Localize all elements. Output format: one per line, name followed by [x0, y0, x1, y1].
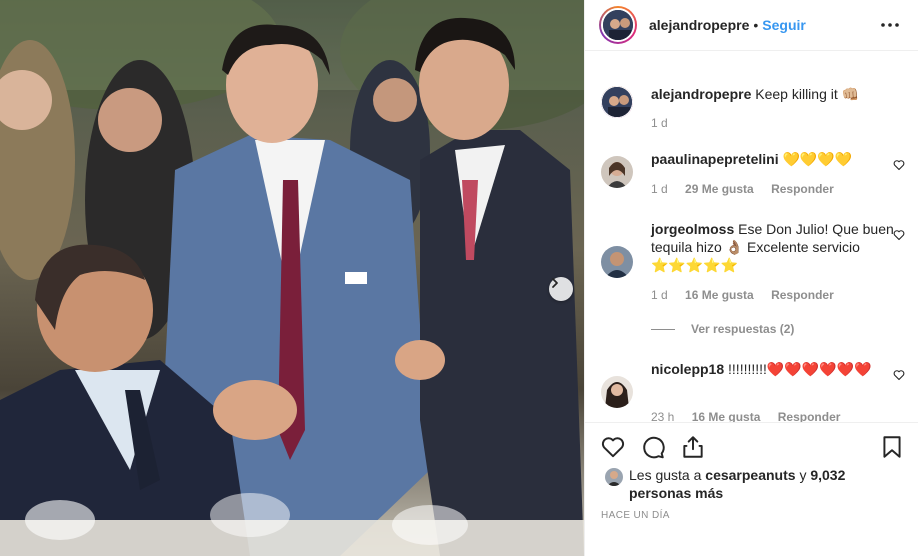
like-comment-heart-icon[interactable] [893, 229, 905, 241]
comment-age: 23 h [651, 410, 675, 422]
caption-avatar[interactable] [601, 86, 633, 118]
like-comment-heart-icon[interactable] [893, 159, 905, 171]
post-timestamp: Hace un día [601, 510, 670, 521]
more-options-button[interactable] [878, 13, 902, 37]
action-bar [585, 422, 918, 472]
comment-meta: 1 d 16 Me gusta Responder [651, 288, 848, 302]
comments-list[interactable]: alejandropepre Keep killing it 👊🏼 1 d pa… [585, 52, 918, 422]
comment-likes-link[interactable]: 29 Me gusta [685, 182, 754, 196]
author-username-link[interactable]: alejandropepre [649, 17, 749, 33]
comment-meta: 1 d 29 Me gusta Responder [651, 182, 848, 196]
comment-body: !!!!!!!!!!❤️❤️❤️❤️❤️❤️ [728, 361, 872, 377]
likes-prefix: Les gusta a [629, 467, 702, 483]
comment-likes-link[interactable]: 16 Me gusta [692, 410, 761, 422]
replies-divider [651, 328, 675, 330]
avatar-image [601, 376, 633, 408]
reply-button[interactable]: Responder [778, 410, 841, 422]
like-comment-heart-icon[interactable] [893, 369, 905, 381]
post-details-panel: alejandropepre • Seguir alejandropepre K… [584, 0, 918, 556]
comment-icon[interactable] [640, 434, 666, 460]
comment-meta: 23 h 16 Me gusta Responder [651, 410, 854, 422]
comment-text: paaulinapepretelini 💛💛💛💛 [651, 150, 901, 168]
separator-dot: • [753, 17, 759, 33]
post-photo[interactable] [0, 0, 584, 556]
comment-username-link[interactable]: jorgeolmoss [651, 221, 734, 237]
comment-age: 1 d [651, 288, 668, 302]
caption-text: alejandropepre Keep killing it 👊🏼 [651, 85, 901, 103]
view-replies-label: Ver respuestas (2) [691, 322, 795, 336]
reply-button[interactable]: Responder [771, 182, 834, 196]
comment-username-link[interactable]: nicolepp18 [651, 361, 724, 377]
commenter-avatar[interactable] [601, 246, 633, 278]
likes-connector: y [799, 467, 807, 483]
avatar-image [601, 156, 633, 188]
likes-text: Les gusta a cesarpeanuts y 9,032 persona… [629, 466, 889, 502]
comment-body: 💛💛💛💛 [782, 151, 853, 167]
reply-button[interactable]: Responder [771, 288, 834, 302]
liker-avatar[interactable] [605, 468, 623, 486]
bookmark-icon[interactable] [879, 434, 905, 460]
next-photo-button[interactable] [549, 277, 573, 301]
comment-text: jorgeolmoss Ese Don Julio! Que buen tequ… [651, 220, 901, 274]
avatar-image [601, 246, 633, 278]
avatar-image [605, 468, 623, 486]
comment-age: 1 d [651, 182, 668, 196]
avatar-image [603, 10, 633, 40]
comment-text: nicolepp18 !!!!!!!!!!❤️❤️❤️❤️❤️❤️ [651, 360, 901, 378]
post-header: alejandropepre • Seguir [585, 0, 918, 51]
chevron-right-icon [552, 278, 558, 288]
liker-username-link[interactable]: cesarpeanuts [705, 467, 795, 483]
heart-icon[interactable] [600, 434, 626, 460]
author-avatar[interactable] [599, 6, 637, 44]
commenter-avatar[interactable] [601, 156, 633, 188]
comment-username-link[interactable]: paaulinapepretelini [651, 151, 779, 167]
caption-meta: 1 d [651, 116, 682, 130]
follow-button[interactable]: Seguir [762, 17, 806, 33]
commenter-avatar[interactable] [601, 376, 633, 408]
share-icon[interactable] [680, 434, 706, 460]
more-horizontal-icon [881, 23, 899, 27]
caption-username-link[interactable]: alejandropepre [651, 86, 751, 102]
caption-age: 1 d [651, 116, 668, 130]
avatar-image [602, 87, 632, 117]
photo-illustration [0, 0, 584, 556]
view-replies-button[interactable]: Ver respuestas (2) [651, 322, 794, 336]
caption-body: Keep killing it 👊🏼 [755, 86, 860, 102]
comment-likes-link[interactable]: 16 Me gusta [685, 288, 754, 302]
